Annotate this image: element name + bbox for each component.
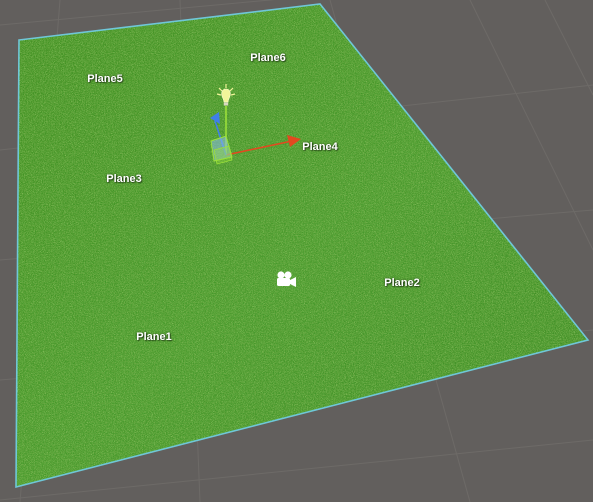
plane1-label[interactable]: Plane1: [136, 331, 171, 343]
plane4-label[interactable]: Plane4: [302, 141, 337, 153]
scene-viewport[interactable]: Plane1 Plane2 Plane3 Plane4 Plane5 Plane…: [0, 0, 593, 502]
plane5-label[interactable]: Plane5: [87, 73, 122, 85]
plane6-label[interactable]: Plane6: [250, 52, 285, 64]
plane2-label[interactable]: Plane2: [384, 277, 419, 289]
plane3-label[interactable]: Plane3: [106, 173, 141, 185]
